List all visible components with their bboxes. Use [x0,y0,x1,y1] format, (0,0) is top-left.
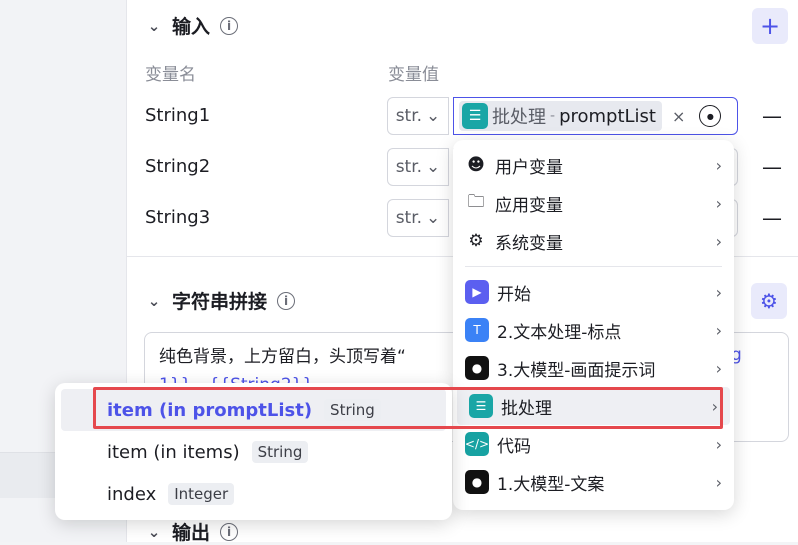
info-icon[interactable]: i [220,16,239,35]
menu-item-label: 3.大模型-画面提示词 [497,360,656,381]
remove-row-button[interactable]: — [762,155,782,179]
menu-item-label: 用户变量 [495,157,563,178]
chevron-right-icon: › [715,231,722,251]
variable-name: String1 [145,105,211,126]
chevron-down-icon: ⌄ [426,106,441,126]
type-label: str. [395,106,423,126]
type-badge: String [251,441,309,463]
menu-item-app-variables[interactable]: 🗀 应用变量 › [453,184,734,222]
start-icon: ▶ [465,280,489,304]
chevron-right-icon: › [715,282,722,302]
variable-name: String2 [145,156,211,177]
menu-item-llm-node[interactable]: ● 3.大模型-画面提示词 › [453,349,734,387]
column-header-value: 变量值 [388,65,439,85]
type-badge: Integer [168,483,235,505]
folder-icon: 🗀 [467,191,485,212]
chevron-down-icon: ⌄ [426,208,441,228]
code-icon: </> [465,432,489,456]
chevron-down-icon[interactable]: ⌄ [146,523,162,541]
llm-icon: ● [465,470,489,494]
reference-var-name: promptList [559,105,656,127]
menu-item-system-variables[interactable]: ⚙ 系统变量 › [453,222,734,260]
chevron-right-icon: › [711,396,718,416]
variable-reference-field[interactable]: ☰ 批处理 - promptList × ● [453,97,738,135]
column-header-name: 变量名 [145,65,196,85]
chevron-down-icon: ⌄ [426,157,441,177]
menu-item-label: 1.大模型-文案 [497,474,605,495]
reference-separator: - [550,108,556,124]
reference-tag: ☰ 批处理 - promptList [459,101,662,131]
menu-item-llm-node[interactable]: ● 1.大模型-文案 › [453,463,734,501]
submenu-item-label: index [107,483,157,505]
gear-icon: ⚙ [468,231,484,251]
menu-item-label: 开始 [497,284,531,305]
output-section-title: 输出 [172,522,211,544]
type-select[interactable]: str. ⌄ [387,199,449,237]
chevron-right-icon: › [715,434,722,454]
user-icon: ☻ [467,155,485,175]
variable-picker-menu: ☻ 用户变量 › 🗀 应用变量 › ⚙ 系统变量 › ▶ 开始 › T 2.文本… [453,140,734,510]
chevron-right-icon: › [715,193,722,213]
canvas-node-edge [0,452,60,498]
menu-item-text-node[interactable]: T 2.文本处理-标点 › [453,311,734,349]
chevron-right-icon: › [715,320,722,340]
submenu-item[interactable]: item (in items) String [55,431,452,473]
chevron-down-icon[interactable]: ⌄ [146,17,162,35]
batch-icon: ☰ [462,103,488,129]
chevron-right-icon: › [715,472,722,492]
llm-icon: ● [465,356,489,380]
chevron-right-icon: › [715,155,722,175]
input-section-title: 输入 [172,16,211,38]
variable-name: String3 [145,207,211,228]
type-select[interactable]: str. ⌄ [387,97,449,135]
gear-icon: ⚙ [760,289,778,313]
concat-section-header[interactable]: ⌄ 字符串拼接 i [146,287,296,314]
type-select[interactable]: str. ⌄ [387,148,449,186]
chevron-down-icon[interactable]: ⌄ [146,292,162,310]
info-icon[interactable]: i [220,522,239,541]
submenu-item-label: item (in promptList) [107,399,313,421]
concat-section-title: 字符串拼接 [172,291,268,313]
type-label: str. [395,157,423,177]
text-processing-icon: T [465,318,489,342]
output-section-header[interactable]: ⌄ 输出 i [146,518,239,545]
reference-node-name: 批处理 [492,107,546,128]
menu-item-label: 批处理 [501,398,552,419]
batch-icon: ☰ [469,394,493,418]
chevron-right-icon: › [715,358,722,378]
type-label: str. [395,208,423,228]
menu-item-label: 应用变量 [495,195,563,216]
menu-item-code-node[interactable]: </> 代码 › [453,425,734,463]
menu-item-label: 系统变量 [495,233,563,254]
submenu-item-label: item (in items) [107,441,240,463]
menu-item-start-node[interactable]: ▶ 开始 › [453,273,734,311]
menu-item-user-variables[interactable]: ☻ 用户变量 › [453,146,734,184]
input-section-header[interactable]: ⌄ 输入 i [146,12,239,39]
menu-divider [465,266,722,267]
concat-settings-button[interactable]: ⚙ [751,283,787,319]
remove-row-button[interactable]: — [762,104,782,128]
batch-variables-submenu: item (in promptList) String item (in ite… [55,383,452,520]
submenu-item[interactable]: index Integer [55,473,452,515]
menu-item-batch-node[interactable]: ☰ 批处理 › [457,387,730,425]
type-badge: String [324,399,381,421]
menu-item-label: 代码 [497,436,531,457]
clear-icon[interactable]: × [672,107,685,126]
variable-picker-icon[interactable]: ● [699,105,722,127]
info-icon[interactable]: i [277,291,296,310]
remove-row-button[interactable]: — [762,206,782,230]
menu-item-label: 2.文本处理-标点 [497,322,622,343]
add-input-button[interactable]: + [752,8,788,44]
submenu-item[interactable]: item (in promptList) String [61,389,446,431]
plus-icon: + [759,12,781,40]
